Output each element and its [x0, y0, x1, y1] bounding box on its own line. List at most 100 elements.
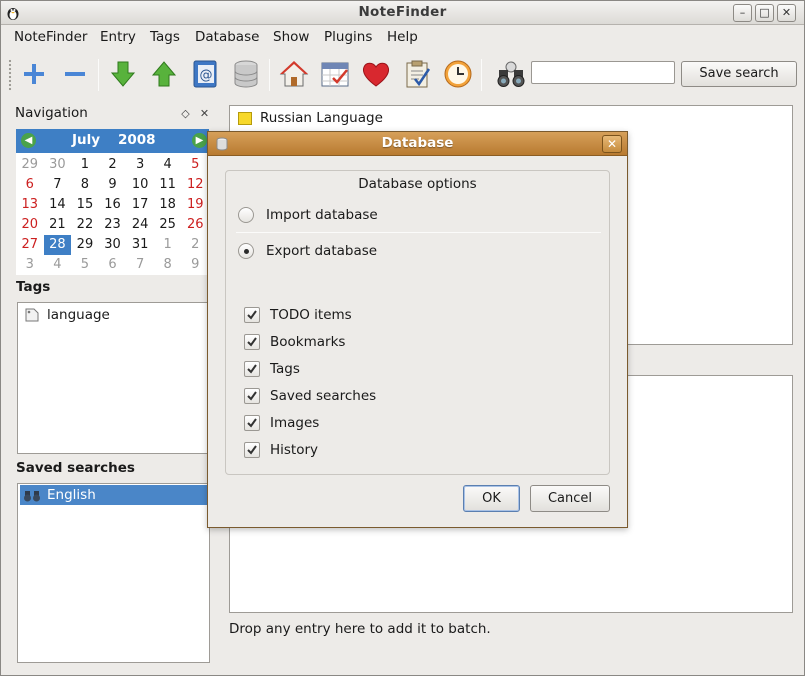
address-book-button[interactable]: @ [188, 57, 222, 91]
menu-entry[interactable]: Entry [100, 29, 136, 45]
bookmarks-checkbox[interactable]: Bookmarks [238, 331, 345, 353]
move-down-button[interactable] [106, 57, 140, 91]
calendar-day[interactable]: 26 [181, 215, 209, 235]
calendar-day[interactable]: 4 [44, 255, 72, 275]
next-month-icon[interactable]: ▶ [192, 133, 207, 148]
export-database-radio[interactable]: Export database [238, 240, 377, 262]
saved-searches-checkbox[interactable]: Saved searches [238, 385, 376, 407]
calendar-day[interactable]: 1 [154, 235, 182, 255]
calendar-day[interactable]: 11 [154, 175, 182, 195]
ok-button[interactable]: OK [463, 485, 520, 512]
calendar-day[interactable]: 30 [44, 155, 72, 175]
tag-item[interactable]: language [20, 305, 207, 325]
calendar-day[interactable]: 28 [43, 235, 72, 255]
import-database-radio[interactable]: Import database [238, 204, 378, 226]
float-panel-icon[interactable]: ◇ [178, 106, 193, 121]
saved-search-item[interactable]: English [20, 485, 207, 505]
tag-icon [25, 308, 39, 322]
calendar-button[interactable] [318, 57, 352, 91]
calendar-day[interactable]: 12 [181, 175, 209, 195]
history-button[interactable] [441, 57, 475, 91]
menu-database[interactable]: Database [195, 29, 259, 45]
calendar-day[interactable]: 29 [16, 155, 44, 175]
binoculars-icon [497, 61, 525, 87]
previous-month-icon[interactable]: ◀ [21, 133, 36, 148]
calendar-day[interactable]: 5 [71, 255, 99, 275]
calendar-day[interactable]: 7 [44, 175, 72, 195]
minimize-button[interactable]: – [733, 4, 752, 22]
todo-items-checkbox[interactable]: TODO items [238, 304, 352, 326]
calendar-day[interactable]: 3 [16, 255, 44, 275]
calendar-day[interactable]: 23 [99, 215, 127, 235]
close-panel-icon[interactable]: ✕ [197, 106, 212, 121]
navigation-header: Navigation ◇ ✕ [11, 103, 215, 125]
calendar-month[interactable]: July [72, 132, 100, 148]
close-button[interactable]: ✕ [777, 4, 796, 22]
calendar-day[interactable]: 6 [16, 175, 44, 195]
calendar-day[interactable]: 16 [99, 195, 127, 215]
remove-button[interactable] [58, 57, 92, 91]
calendar-day[interactable]: 9 [99, 175, 127, 195]
menu-help[interactable]: Help [387, 29, 418, 45]
remove-icon [65, 72, 85, 76]
calendar-day[interactable]: 31 [126, 235, 154, 255]
database-options-group: Database options Import database Export … [225, 170, 610, 475]
checkbox-label: Images [270, 415, 320, 431]
calendar-day[interactable]: 8 [71, 175, 99, 195]
calendar-day[interactable]: 3 [126, 155, 154, 175]
images-checkbox[interactable]: Images [238, 412, 319, 434]
dialog-close-button[interactable]: ✕ [602, 135, 622, 153]
address-book-icon: @ [193, 60, 217, 88]
favorites-button[interactable] [359, 57, 393, 91]
search-input[interactable] [531, 61, 675, 84]
calendar-day[interactable]: 5 [181, 155, 209, 175]
menu-notefinder[interactable]: NoteFinder [14, 29, 87, 45]
calendar-day[interactable]: 24 [126, 215, 154, 235]
save-search-button[interactable]: Save search [681, 61, 797, 87]
calendar-day[interactable]: 6 [99, 255, 127, 275]
maximize-button[interactable]: □ [755, 4, 774, 22]
calendar-day[interactable]: 2 [99, 155, 127, 175]
calendar-day[interactable]: 2 [181, 235, 209, 255]
calendar-day[interactable]: 8 [154, 255, 182, 275]
menu-tags[interactable]: Tags [150, 29, 180, 45]
calendar-day[interactable]: 18 [154, 195, 182, 215]
calendar-day[interactable]: 22 [71, 215, 99, 235]
calendar-day[interactable]: 14 [44, 195, 72, 215]
calendar-day[interactable]: 17 [126, 195, 154, 215]
checkmark-icon [244, 361, 260, 377]
tag-label: language [47, 307, 110, 323]
calendar-day[interactable]: 1 [71, 155, 99, 175]
calendar-day[interactable]: 4 [154, 155, 182, 175]
tags-checkbox[interactable]: Tags [238, 358, 300, 380]
home-button[interactable] [277, 57, 311, 91]
svg-text:@: @ [200, 68, 213, 83]
calendar-day[interactable]: 29 [71, 235, 99, 255]
calendar-day[interactable]: 20 [16, 215, 44, 235]
calendar-year[interactable]: 2008 [118, 132, 156, 148]
history-checkbox[interactable]: History [238, 439, 318, 461]
calendar-day[interactable]: 13 [16, 195, 44, 215]
todo-button[interactable] [400, 57, 434, 91]
calendar-day[interactable]: 9 [181, 255, 209, 275]
note-item[interactable]: Russian Language [232, 108, 383, 128]
calendar-day[interactable]: 15 [71, 195, 99, 215]
move-up-button[interactable] [147, 57, 181, 91]
add-button[interactable] [17, 57, 51, 91]
calendar-day[interactable]: 25 [154, 215, 182, 235]
toolbar-grip[interactable] [8, 59, 12, 91]
menu-plugins[interactable]: Plugins [324, 29, 372, 45]
search-options-button[interactable] [494, 57, 528, 91]
calendar-day[interactable]: 7 [126, 255, 154, 275]
window-title: NoteFinder [358, 4, 447, 20]
calendar-day[interactable]: 30 [99, 235, 127, 255]
calendar-day[interactable]: 27 [16, 235, 44, 255]
calendar-day[interactable]: 19 [181, 195, 209, 215]
database-button[interactable] [229, 57, 263, 91]
menu-show[interactable]: Show [273, 29, 309, 45]
tags-list: language [17, 302, 210, 454]
cancel-button[interactable]: Cancel [530, 485, 610, 512]
calendar-day[interactable]: 21 [44, 215, 72, 235]
checkbox-label: History [270, 442, 319, 458]
calendar-day[interactable]: 10 [126, 175, 154, 195]
